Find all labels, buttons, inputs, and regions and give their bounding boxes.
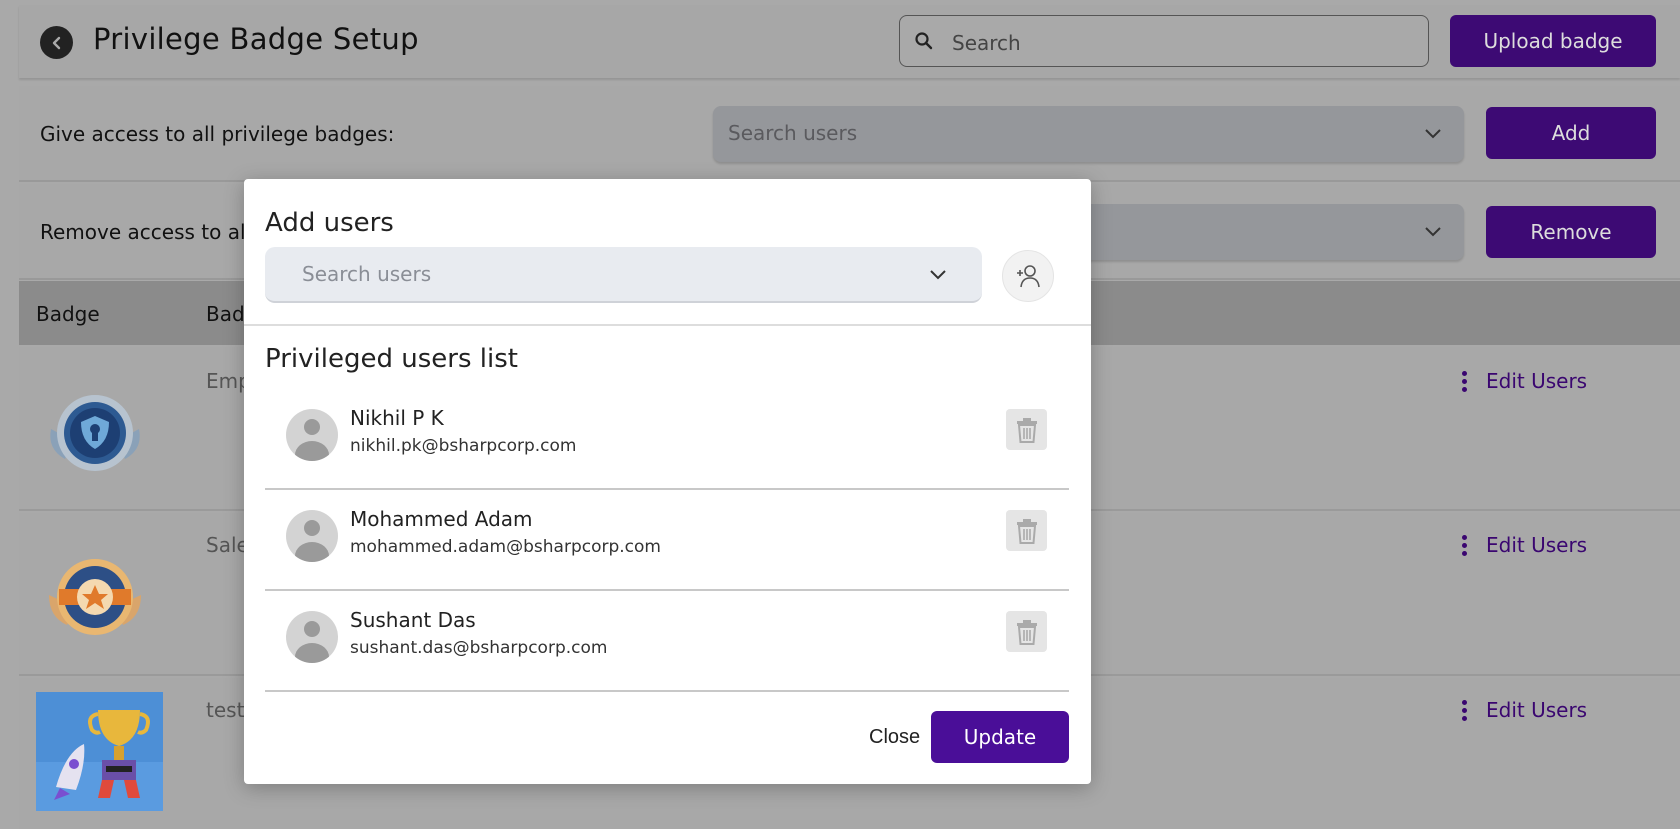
list-title: Privileged users list — [265, 344, 518, 374]
more-vert-icon — [1454, 370, 1474, 392]
search-placeholder: Search — [952, 31, 1021, 55]
avatar — [286, 409, 338, 461]
add-button[interactable]: Add — [1486, 107, 1656, 159]
trophy-rocket-image — [36, 692, 163, 811]
remove-button[interactable]: Remove — [1486, 206, 1656, 258]
edit-users-link[interactable]: Edit Users — [1454, 369, 1587, 393]
chevron-left-icon — [52, 36, 60, 49]
give-access-label: Give access to all privilege badges: — [40, 122, 395, 146]
avatar — [286, 510, 338, 562]
user-search-select[interactable]: Search users — [265, 247, 982, 303]
delete-user-button[interactable] — [1006, 510, 1047, 551]
person-icon — [295, 520, 329, 562]
star-badge-icon — [49, 559, 141, 635]
edit-users-label: Edit Users — [1486, 369, 1588, 393]
search-icon — [915, 32, 933, 50]
close-button[interactable]: Close — [869, 726, 920, 749]
user-list-item: Sushant Das sushant.das@bsharpcorp.com — [265, 591, 1069, 692]
person-add-icon — [1017, 265, 1040, 288]
avatar — [286, 611, 338, 663]
trash-icon — [1016, 619, 1037, 645]
update-button[interactable]: Update — [931, 711, 1069, 763]
delete-user-button[interactable] — [1006, 409, 1047, 450]
header-search-input[interactable]: Search — [899, 15, 1429, 67]
edit-users-link[interactable]: Edit Users — [1454, 533, 1587, 557]
edit-users-label: Edit Users — [1486, 698, 1588, 722]
edit-users-label: Edit Users — [1486, 533, 1588, 557]
user-name: Mohammed Adam — [350, 507, 533, 531]
divider — [244, 324, 1091, 326]
remove-access-label: Remove access to all — [40, 220, 252, 244]
edit-users-link[interactable]: Edit Users — [1454, 698, 1587, 722]
upload-badge-button[interactable]: Upload badge — [1450, 15, 1656, 67]
user-email: mohammed.adam@bsharpcorp.com — [350, 537, 661, 557]
user-name: Sushant Das — [350, 608, 476, 632]
user-list-item: Mohammed Adam mohammed.adam@bsharpcorp.c… — [265, 490, 1069, 591]
add-users-dialog: Add users Search users Privileged users … — [244, 179, 1091, 784]
person-icon — [295, 419, 329, 461]
column-header-badge-name: Bad — [206, 302, 245, 326]
badge-name: test — [206, 698, 245, 722]
select-placeholder: Search users — [728, 121, 858, 145]
give-access-user-select[interactable]: Search users — [713, 106, 1464, 162]
column-header-badge: Badge — [36, 302, 100, 326]
user-list-item: Nikhil P K nikhil.pk@bsharpcorp.com — [265, 389, 1069, 490]
user-email: nikhil.pk@bsharpcorp.com — [350, 436, 577, 456]
trash-icon — [1016, 518, 1037, 544]
chevron-down-icon — [930, 270, 946, 280]
select-placeholder: Search users — [302, 262, 432, 286]
page-title: Privilege Badge Setup — [93, 22, 419, 56]
chevron-down-icon — [1425, 227, 1441, 237]
chevron-down-icon — [1425, 129, 1441, 139]
person-icon — [295, 621, 329, 663]
user-name: Nikhil P K — [350, 406, 444, 430]
back-button[interactable] — [40, 26, 73, 59]
shield-badge-icon — [50, 395, 140, 471]
badge-name: Sale — [206, 533, 249, 557]
more-vert-icon — [1454, 699, 1474, 721]
trash-icon — [1016, 417, 1037, 443]
delete-user-button[interactable] — [1006, 611, 1047, 652]
more-vert-icon — [1454, 534, 1474, 556]
user-email: sushant.das@bsharpcorp.com — [350, 638, 608, 658]
dialog-title: Add users — [265, 208, 394, 238]
add-user-button[interactable] — [1002, 250, 1054, 302]
